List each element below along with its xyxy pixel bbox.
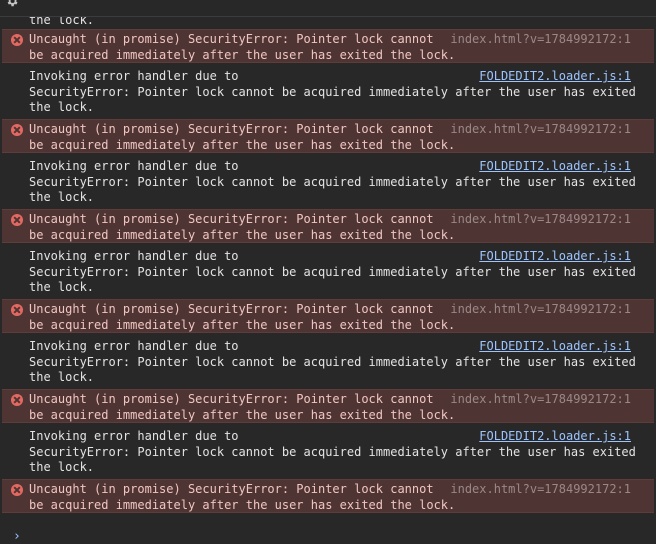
message-text-line: the lock. (29, 100, 95, 115)
console-log-list[interactable]: the lock. Uncaught (in promise) Security… (0, 13, 656, 517)
error-circle-x-icon (11, 214, 23, 226)
message-text-line: SecurityError: Pointer lock cannot be ac… (29, 174, 636, 189)
console-error-message[interactable]: Uncaught (in promise) SecurityError: Poi… (2, 119, 654, 153)
error-circle-x-icon (11, 394, 23, 406)
console-toolbar (0, 0, 656, 17)
message-text-line: the lock. (29, 190, 95, 205)
source-link[interactable]: FOLDEDIT2.loader.js:1 (479, 429, 631, 445)
console-log-message[interactable]: Invoking error handler due to SecurityErr… (0, 247, 656, 297)
console-log-message[interactable]: Invoking error handler due to SecurityErr… (0, 67, 656, 117)
console-prompt[interactable]: › (13, 529, 21, 544)
source-location[interactable]: index.html?v=1784992172:1 (450, 32, 631, 48)
error-circle-x-icon (11, 304, 23, 316)
message-text-line: be acquired immediately after the user h… (29, 47, 456, 62)
message-text-line: be acquired immediately after the user h… (29, 137, 456, 152)
error-circle-x-icon (11, 34, 23, 46)
error-circle-x-icon (11, 484, 23, 496)
message-text-line: the lock. (29, 280, 95, 295)
console-error-message[interactable]: Uncaught (in promise) SecurityError: Poi… (2, 29, 654, 63)
source-location[interactable]: index.html?v=1784992172:1 (450, 482, 631, 498)
gear-icon[interactable] (5, 0, 19, 8)
console-error-message[interactable]: Uncaught (in promise) SecurityError: Poi… (2, 299, 654, 333)
source-link[interactable]: FOLDEDIT2.loader.js:1 (479, 339, 631, 355)
message-text-line: the lock. (29, 370, 95, 385)
message-text-line: SecurityError: Pointer lock cannot be ac… (29, 264, 636, 279)
source-link[interactable]: FOLDEDIT2.loader.js:1 (479, 159, 631, 175)
error-circle-x-icon (11, 124, 23, 136)
source-location[interactable]: index.html?v=1784992172:1 (450, 392, 631, 408)
message-text-line: the lock. (29, 460, 95, 475)
devtools-console: the lock. Uncaught (in promise) Security… (0, 0, 656, 544)
console-error-message[interactable]: Uncaught (in promise) SecurityError: Poi… (2, 389, 654, 423)
source-link[interactable]: FOLDEDIT2.loader.js:1 (479, 249, 631, 265)
source-location[interactable]: index.html?v=1784992172:1 (450, 212, 631, 228)
message-text-line: SecurityError: Pointer lock cannot be ac… (29, 444, 636, 459)
message-text-line: be acquired immediately after the user h… (29, 227, 456, 242)
console-log-message[interactable]: Invoking error handler due to SecurityErr… (0, 157, 656, 207)
console-messages: Uncaught (in promise) SecurityError: Poi… (0, 29, 656, 513)
source-link[interactable]: FOLDEDIT2.loader.js:1 (479, 69, 631, 85)
console-error-message[interactable]: Uncaught (in promise) SecurityError: Poi… (2, 209, 654, 243)
console-log-message[interactable]: Invoking error handler due to SecurityErr… (0, 337, 656, 387)
message-text-line: be acquired immediately after the user h… (29, 317, 456, 332)
message-text-line: SecurityError: Pointer lock cannot be ac… (29, 84, 636, 99)
source-location[interactable]: index.html?v=1784992172:1 (450, 122, 631, 138)
source-location[interactable]: index.html?v=1784992172:1 (450, 302, 631, 318)
console-log-message[interactable]: Invoking error handler due to SecurityErr… (0, 427, 656, 477)
message-text-line: SecurityError: Pointer lock cannot be ac… (29, 354, 636, 369)
console-error-message[interactable]: Uncaught (in promise) SecurityError: Poi… (2, 479, 654, 513)
message-text-line: be acquired immediately after the user h… (29, 407, 456, 422)
chevron-right-icon: › (13, 529, 21, 544)
message-text-line: be acquired immediately after the user h… (29, 497, 456, 512)
